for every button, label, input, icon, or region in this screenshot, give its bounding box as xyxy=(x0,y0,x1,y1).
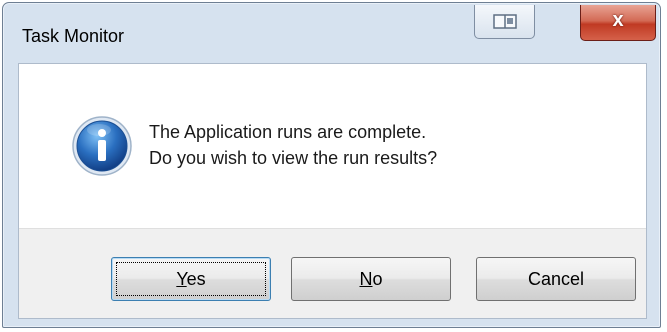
window-title: Task Monitor xyxy=(22,26,125,46)
restore-window-icon xyxy=(493,14,517,29)
no-button[interactable]: No xyxy=(291,257,451,301)
dialog-window: Task Monitor x The Application runs are … xyxy=(2,2,661,328)
focus-ring xyxy=(116,262,266,296)
no-label: No xyxy=(359,268,383,289)
yes-button[interactable]: Yes xyxy=(111,257,271,301)
message-line-2: Do you wish to view the run results? xyxy=(149,148,438,168)
cancel-label: Cancel xyxy=(527,268,585,289)
message-text: The Application runs are complete. Do yo… xyxy=(149,119,437,171)
close-button[interactable]: x xyxy=(580,5,656,41)
info-icon xyxy=(72,116,132,176)
button-bar: Yes No Cancel xyxy=(19,228,646,318)
dialog-client-area: The Application runs are complete. Do yo… xyxy=(18,63,647,319)
close-icon: x xyxy=(612,9,624,31)
message-area: The Application runs are complete. Do yo… xyxy=(19,64,646,228)
cancel-button[interactable]: Cancel xyxy=(476,257,636,301)
title-bar[interactable]: Task Monitor x xyxy=(3,3,660,63)
restore-button[interactable] xyxy=(474,5,535,39)
message-line-1: The Application runs are complete. xyxy=(149,122,427,142)
